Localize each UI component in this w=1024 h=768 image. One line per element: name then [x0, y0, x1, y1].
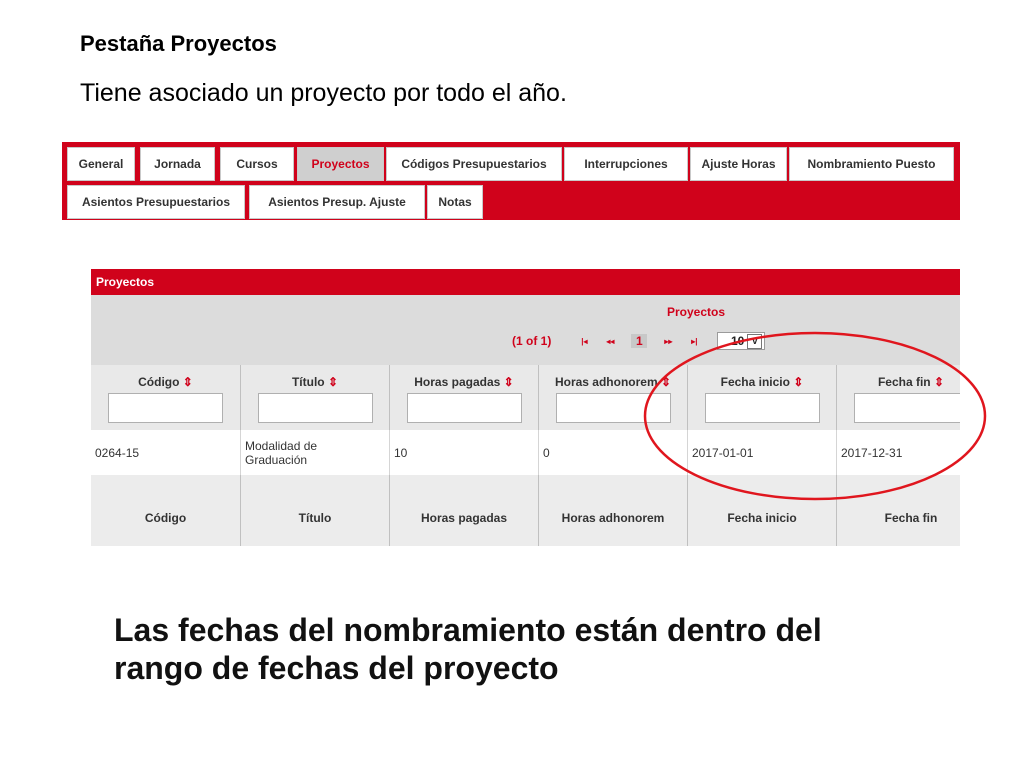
first-page-icon[interactable]: |◂: [571, 337, 597, 346]
filter-titulo-input[interactable]: [258, 393, 373, 423]
tab-asientos-presupuestarios[interactable]: Asientos Presupuestarios: [67, 185, 245, 219]
sort-icon[interactable]: ⇕: [328, 375, 338, 389]
tab-interrupciones[interactable]: Interrupciones: [564, 147, 688, 181]
cell-titulo: Modalidad de Graduación: [241, 430, 390, 475]
tab-nombramiento-puesto[interactable]: Nombramiento Puesto: [789, 147, 954, 181]
tab-asientos-presup-ajuste[interactable]: Asientos Presup. Ajuste: [249, 185, 425, 219]
footer-codigo: Código: [91, 475, 241, 546]
footer-titulo: Título: [241, 475, 390, 546]
filter-horas-pagadas-input[interactable]: [407, 393, 522, 423]
header-titulo[interactable]: Título ⇕: [241, 365, 390, 430]
table-caption: Proyectos: [666, 305, 726, 319]
tab-proyectos[interactable]: Proyectos: [297, 147, 384, 181]
prev-page-icon[interactable]: ◂◂: [597, 337, 623, 346]
tab-general[interactable]: General: [67, 147, 135, 181]
highlight-ellipse: [643, 331, 987, 501]
tab-jornada[interactable]: Jornada: [140, 147, 215, 181]
slide-intro: Tiene asociado un proyecto por todo el a…: [80, 79, 567, 107]
tab-cursos[interactable]: Cursos: [220, 147, 294, 181]
tab-notas[interactable]: Notas: [427, 185, 483, 219]
sort-icon[interactable]: ⇕: [183, 375, 193, 389]
sort-icon[interactable]: ⇕: [504, 375, 514, 389]
header-horas-pagadas[interactable]: Horas pagadas ⇕: [390, 365, 539, 430]
page-count: (1 of 1): [512, 334, 552, 348]
tab-bar: General Jornada Cursos Proyectos Códigos…: [62, 142, 960, 220]
header-codigo[interactable]: Código ⇕: [91, 365, 241, 430]
tab-codigos-presupuestarios[interactable]: Códigos Presupuestarios: [386, 147, 562, 181]
cell-codigo: 0264-15: [91, 430, 241, 475]
tab-ajuste-horas[interactable]: Ajuste Horas: [690, 147, 787, 181]
footer-horas-pagadas: Horas pagadas: [390, 475, 539, 546]
slide-conclusion: Las fechas del nombramiento están dentro…: [114, 612, 822, 686]
panel-title[interactable]: Proyectos: [91, 269, 960, 295]
slide-heading: Pestaña Proyectos: [80, 31, 277, 56]
filter-codigo-input[interactable]: [108, 393, 223, 423]
cell-horas-pagadas: 10: [390, 430, 539, 475]
